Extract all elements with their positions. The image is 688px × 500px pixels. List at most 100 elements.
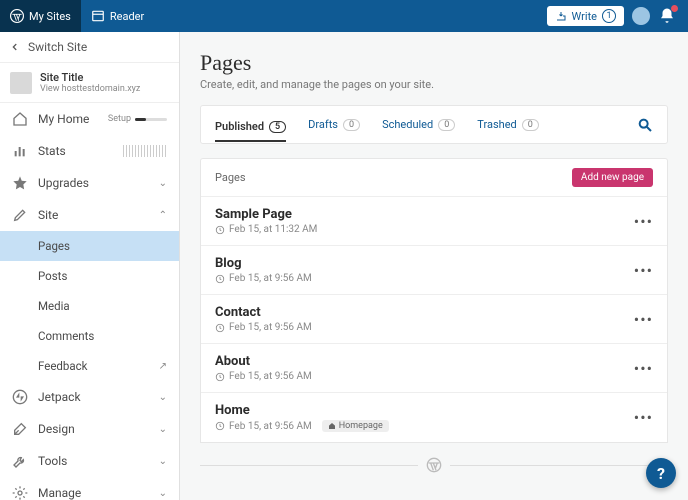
tab-count: 0 [343,119,360,131]
sidebar-item-label: Feedback [38,359,87,373]
sidebar-item-label: Manage [38,486,81,500]
page-subtitle: Create, edit, and manage the pages on yo… [200,78,668,91]
site-icon [10,72,32,94]
chevron-left-icon [10,42,20,52]
star-icon [12,175,28,191]
sidebar-item-label: Stats [38,144,66,158]
main-content: Pages Create, edit, and manage the pages… [180,32,688,500]
page-row-meta: Feb 15, at 9:56 AM [215,371,312,382]
pencil-icon [12,207,28,223]
site-title: Site Title [40,71,140,84]
page-row-title: About [215,354,312,369]
home-icon [328,422,336,430]
setup-label: Setup [108,114,131,124]
tab-trashed[interactable]: Trashed0 [477,114,539,135]
page-row-meta: Feb 15, at 9:56 AMHomepage [215,420,389,432]
jetpack-icon [12,389,28,405]
row-actions-button[interactable]: ••• [634,359,653,378]
tab-label: Scheduled [382,118,433,131]
sidebar-item-label: Tools [38,454,67,468]
chevron-down-icon: ⌄ [159,178,167,189]
row-actions-button[interactable]: ••• [634,408,653,427]
page-row-title: Blog [215,256,312,271]
page-row-meta: Feb 15, at 11:32 AM [215,224,317,235]
setup-progress [135,118,167,121]
stats-sparkline [123,145,167,157]
tab-count: 0 [522,119,539,131]
switch-site-label: Switch Site [28,40,87,54]
tabs: Published5 Drafts 0 Scheduled 0 Trashed0 [200,105,668,144]
sidebar-item-design[interactable]: Design ⌄ [0,413,179,445]
sidebar-item-label: Comments [38,329,94,343]
sidebar-item-label: Site [38,208,58,222]
row-actions-button[interactable]: ••• [634,212,653,231]
homepage-badge: Homepage [322,420,389,432]
notification-dot [671,5,678,12]
sidebar-item-jetpack[interactable]: Jetpack ⌄ [0,381,179,413]
footer-divider [200,457,668,473]
sidebar-item-stats[interactable]: Stats [0,135,179,167]
reader-icon [91,9,105,23]
sidebar-item-manage[interactable]: Manage ⌄ [0,477,179,500]
page-title: Pages [200,50,668,76]
notifications-button[interactable] [658,7,676,25]
sidebar-item-site[interactable]: Site ⌃ [0,199,179,231]
sidebar-item-tools[interactable]: Tools ⌄ [0,445,179,477]
wrench-icon [12,453,28,469]
chevron-down-icon: ⌄ [159,392,167,403]
write-button[interactable]: Write 1 [547,6,624,26]
sidebar-item-posts[interactable]: Posts [0,261,179,291]
avatar[interactable] [632,7,650,25]
tab-published[interactable]: Published5 [215,116,286,142]
sidebar-item-label: Jetpack [38,390,81,404]
site-block[interactable]: Site Title View hosttestdomain.xyz [0,63,179,103]
tab-count: 0 [438,119,455,131]
sidebar: Switch Site Site Title View hosttestdoma… [0,32,180,500]
external-link-icon: ↗ [159,361,167,372]
wordpress-icon [10,9,24,23]
sidebar-item-my-home[interactable]: My Home Setup [0,103,179,135]
clock-icon [215,323,225,333]
page-row[interactable]: Blog Feb 15, at 9:56 AM ••• [201,246,667,295]
write-icon [555,10,567,22]
sidebar-item-label: Upgrades [38,176,89,190]
page-row[interactable]: Sample PageFeb 15, at 11:32 AM••• [201,197,667,246]
chevron-down-icon: ⌄ [159,424,167,435]
write-label: Write [572,10,597,23]
write-count: 1 [602,9,616,23]
sidebar-item-upgrades[interactable]: Upgrades ⌄ [0,167,179,199]
chevron-down-icon: ⌄ [159,456,167,467]
sidebar-item-comments[interactable]: Comments [0,321,179,351]
switch-site-button[interactable]: Switch Site [0,32,179,63]
row-actions-button[interactable]: ••• [634,261,653,280]
sidebar-item-pages[interactable]: Pages [0,231,179,261]
page-row-meta: Feb 15, at 9:56 AM [215,322,312,333]
search-button[interactable] [637,117,653,133]
reader-button[interactable]: Reader [81,0,154,32]
tab-scheduled[interactable]: Scheduled 0 [382,114,455,135]
page-row-title: Contact [215,305,312,320]
sidebar-item-media[interactable]: Media [0,291,179,321]
gear-icon [12,485,28,500]
page-row-title: Home [215,403,389,418]
clock-icon [215,225,225,235]
my-sites-button[interactable]: My Sites [0,0,81,32]
help-button[interactable]: ? [646,458,676,488]
page-row-meta: Feb 15, at 9:56 AM [215,273,312,284]
site-url: View hosttestdomain.xyz [40,84,140,94]
page-row[interactable]: About Feb 15, at 9:56 AM ••• [201,344,667,393]
sidebar-item-label: Design [38,422,75,436]
add-new-page-button[interactable]: Add new page [572,168,653,187]
clock-icon [215,274,225,284]
tab-label: Drafts [308,118,338,131]
sidebar-item-label: Media [38,299,70,313]
reader-label: Reader [110,10,144,23]
page-row[interactable]: Home Feb 15, at 9:56 AMHomepage ••• [201,393,667,442]
page-row[interactable]: Contact Feb 15, at 9:56 AM ••• [201,295,667,344]
sidebar-item-feedback[interactable]: Feedback ↗ [0,351,179,381]
pages-list: Pages Add new page Sample PageFeb 15, at… [200,158,668,443]
tab-drafts[interactable]: Drafts 0 [308,114,360,135]
design-icon [12,421,28,437]
topbar: My Sites Reader Write 1 [0,0,688,32]
row-actions-button[interactable]: ••• [634,310,653,329]
